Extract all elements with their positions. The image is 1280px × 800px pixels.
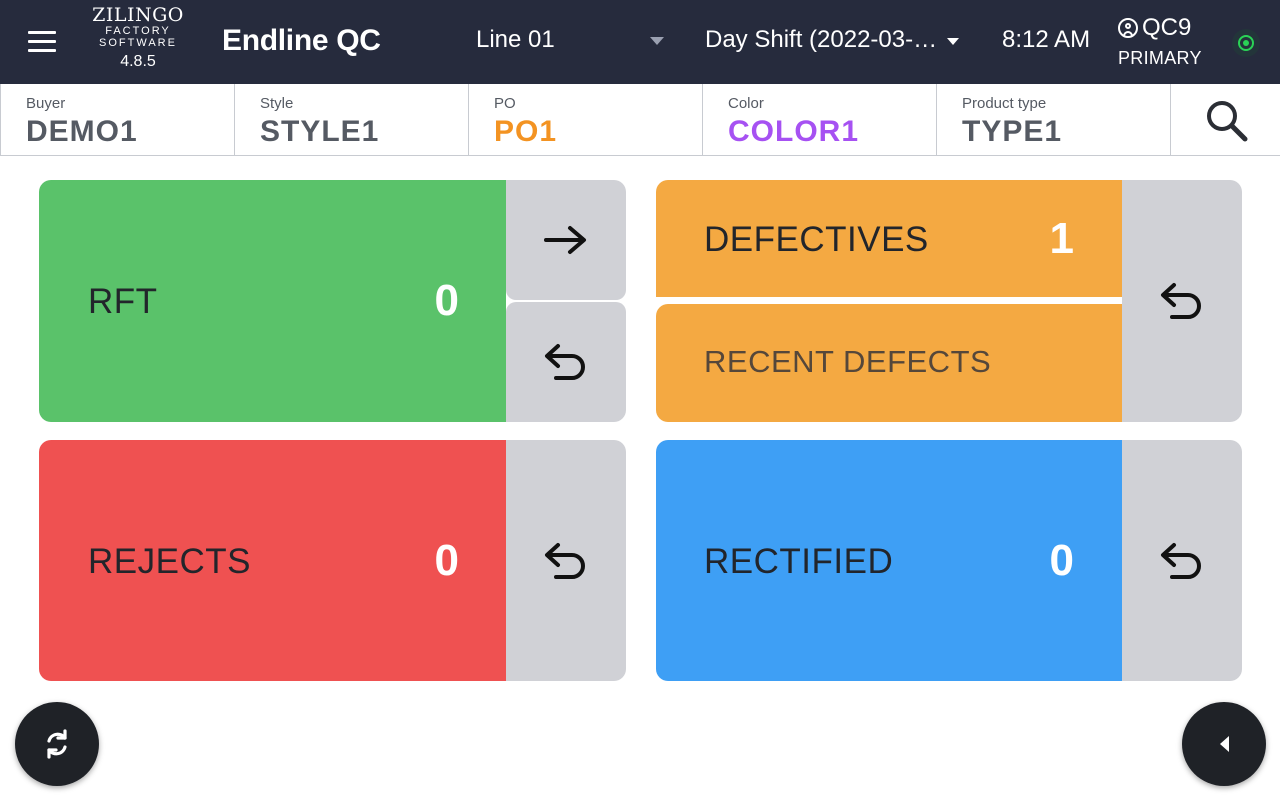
user-role: PRIMARY	[1118, 48, 1202, 68]
filter-style[interactable]: Style STYLE1	[234, 84, 469, 156]
defectives-count: 1	[1049, 214, 1074, 263]
filter-buyer[interactable]: Buyer DEMO1	[0, 84, 235, 156]
refresh-icon	[47, 729, 67, 759]
recent-defects-label: RECENT DEFECTS	[704, 344, 992, 379]
rectified-button[interactable]: RECTIFIED 0	[656, 440, 1122, 681]
rft-undo-button[interactable]	[506, 302, 626, 422]
user-name: QC9	[1142, 14, 1192, 41]
rejects-button[interactable]: REJECTS 0	[39, 440, 506, 681]
logo-sub-line2: SOFTWARE	[99, 37, 177, 49]
rft-next-button[interactable]	[506, 180, 626, 300]
chevron-down-icon	[947, 38, 959, 45]
arrow-right-icon	[544, 226, 586, 254]
rectified-card: RECTIFIED 0	[656, 440, 1242, 681]
app-logo: ZILINGO FACTORY SOFTWARE 4.8.5	[86, 6, 190, 70]
line-select[interactable]: Line 01	[476, 26, 676, 54]
rectified-undo-button[interactable]	[1122, 440, 1242, 681]
filter-label: Product type	[962, 95, 1047, 112]
app-version: 4.8.5	[120, 53, 156, 70]
line-select-value: Line 01	[476, 26, 555, 53]
filter-value: DEMO1	[26, 115, 138, 148]
user-circle-icon	[1118, 18, 1138, 38]
defectives-label: DEFECTIVES	[704, 220, 929, 259]
filter-value: STYLE1	[260, 115, 380, 148]
rejects-label: REJECTS	[88, 542, 251, 581]
shift-select-value: Day Shift (2022-03-…	[705, 26, 938, 53]
back-button[interactable]	[1182, 702, 1266, 786]
hamburger-icon[interactable]	[28, 29, 56, 55]
defectives-button[interactable]: DEFECTIVES 1	[656, 180, 1122, 297]
rft-label: RFT	[88, 282, 158, 321]
undo-icon	[545, 344, 585, 380]
shift-select[interactable]: Day Shift (2022-03-…	[705, 26, 965, 54]
refresh-button[interactable]	[15, 702, 99, 786]
caret-left-icon	[1220, 736, 1229, 752]
filter-label: Style	[260, 95, 294, 112]
rectified-label: RECTIFIED	[704, 542, 894, 581]
filter-value: COLOR1	[728, 115, 860, 148]
undo-icon	[1161, 283, 1201, 319]
rejects-undo-button[interactable]	[506, 440, 626, 681]
rft-count: 0	[434, 276, 459, 325]
defectives-card: DEFECTIVES 1 RECENT DEFECTS	[656, 180, 1242, 422]
logo-sub-line1: FACTORY	[105, 25, 171, 37]
current-time: 8:12 AM	[1002, 26, 1091, 53]
chevron-down-icon	[650, 37, 664, 45]
rft-button[interactable]: RFT 0	[39, 180, 506, 422]
search-icon	[1207, 101, 1248, 142]
undo-icon	[545, 542, 585, 579]
page-title: Endline QC	[222, 24, 381, 57]
filter-product-type[interactable]: Product type TYPE1	[936, 84, 1171, 156]
recent-defects-button[interactable]: RECENT DEFECTS	[656, 304, 1122, 422]
user-info[interactable]: QC9 PRIMARY	[1118, 14, 1202, 69]
filter-po[interactable]: PO PO1	[468, 84, 703, 156]
rejects-count: 0	[434, 536, 459, 585]
search-button[interactable]	[1170, 84, 1280, 156]
rft-card: RFT 0	[39, 180, 626, 422]
rejects-card: REJECTS 0	[39, 440, 626, 681]
defectives-undo-button[interactable]	[1122, 180, 1242, 422]
rectified-count: 0	[1049, 536, 1074, 585]
filter-color[interactable]: Color COLOR1	[702, 84, 937, 156]
filter-label: Buyer	[26, 95, 66, 112]
filter-label: Color	[728, 95, 764, 112]
connection-status-icon	[1232, 29, 1260, 57]
undo-icon	[1161, 542, 1201, 579]
filter-value: TYPE1	[962, 115, 1063, 148]
filter-label: PO	[494, 95, 516, 112]
top-app-bar: ZILINGO FACTORY SOFTWARE 4.8.5 Endline Q…	[0, 0, 1280, 84]
filter-bar: Buyer DEMO1 Style STYLE1 PO PO1 Color CO…	[0, 84, 1280, 156]
filter-value: PO1	[494, 115, 558, 148]
logo-brand: ZILINGO	[92, 4, 184, 26]
